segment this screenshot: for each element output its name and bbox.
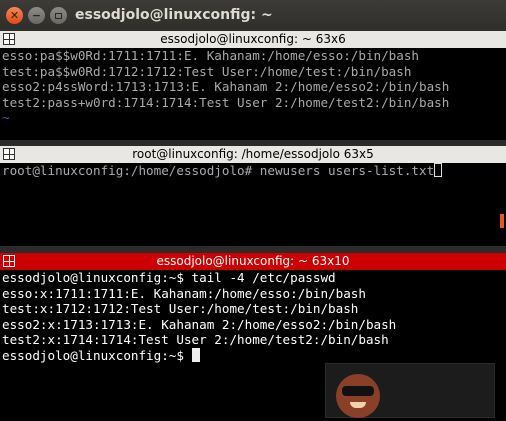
output-line: esso:pa$$w0Rd:1711:1711:E. Kahanam:/home… xyxy=(2,48,420,63)
pane-title: essodjolo@linuxconfig: ~ 63x10 xyxy=(156,254,350,268)
watermark-logo xyxy=(325,363,495,418)
maximize-icon xyxy=(55,13,62,19)
output-line: test2:x:1714:1714:Test User 2:/home/test… xyxy=(2,332,389,347)
output-line: esso2:x:1713:1713:E. Kahanam 2:/home/ess… xyxy=(2,316,397,332)
terminal-pane-1[interactable]: essodjolo@linuxconfig: ~ 63x6 esso:pa$$w… xyxy=(0,31,506,146)
output-line: essodjolo@linuxconfig:~$ tail -4 /etc/pa… xyxy=(2,270,336,285)
window-titlebar: ✕ − essodjolo@linuxconfig: ~ xyxy=(0,0,506,31)
terminal-pane-2[interactable]: root@linuxconfig: /home/essodjolo 63x5 r… xyxy=(0,146,506,246)
output-line: esso2:p4ssWord:1713:1713:E. Kahanam 2:/h… xyxy=(2,79,450,94)
terminal-output: root@linuxconfig:/home/essodjolo# newuse… xyxy=(0,163,506,179)
empty-line-tilde: ~ xyxy=(2,110,10,125)
pane-title: essodjolo@linuxconfig: ~ 63x6 xyxy=(160,32,346,46)
pane-titlebar: root@linuxconfig: /home/essodjolo 63x5 xyxy=(0,146,506,163)
prompt: essodjolo@linuxconfig:~$ xyxy=(2,347,192,363)
close-button[interactable]: ✕ xyxy=(6,7,23,24)
scroll-indicator[interactable] xyxy=(500,214,504,228)
split-icon[interactable] xyxy=(3,148,15,160)
window-title: essodjolo@linuxconfig: ~ xyxy=(75,7,273,23)
maximize-button[interactable] xyxy=(50,7,67,24)
terminal-output: essodjolo@linuxconfig:~$ tail -4 /etc/pa… xyxy=(0,270,506,363)
pane-titlebar: essodjolo@linuxconfig: ~ 63x10 xyxy=(0,253,506,270)
terminal-output: esso:pa$$w0Rd:1711:1711:E. Kahanam:/home… xyxy=(0,48,506,126)
cursor xyxy=(434,163,443,177)
pane-divider[interactable] xyxy=(0,246,506,253)
output-line: esso:x:1711:1711:E. Kahanam:/home/esso:/… xyxy=(2,285,366,301)
split-icon[interactable] xyxy=(3,255,15,267)
pane-titlebar: essodjolo@linuxconfig: ~ 63x6 xyxy=(0,31,506,48)
output-line: test:x:1712:1712:Test User:/home/test:/b… xyxy=(2,301,359,316)
mascot-icon xyxy=(336,374,380,418)
split-icon[interactable] xyxy=(3,33,15,45)
output-line: test:pa$$w0Rd:1712:1712:Test User:/home/… xyxy=(2,63,412,79)
pane-title: root@linuxconfig: /home/essodjolo 63x5 xyxy=(132,147,374,161)
output-line: test2:pass+w0rd:1714:1714:Test User 2:/h… xyxy=(2,94,450,110)
minimize-button[interactable]: − xyxy=(28,7,45,24)
cursor xyxy=(191,347,200,362)
prompt-line: root@linuxconfig:/home/essodjolo# newuse… xyxy=(2,163,435,178)
